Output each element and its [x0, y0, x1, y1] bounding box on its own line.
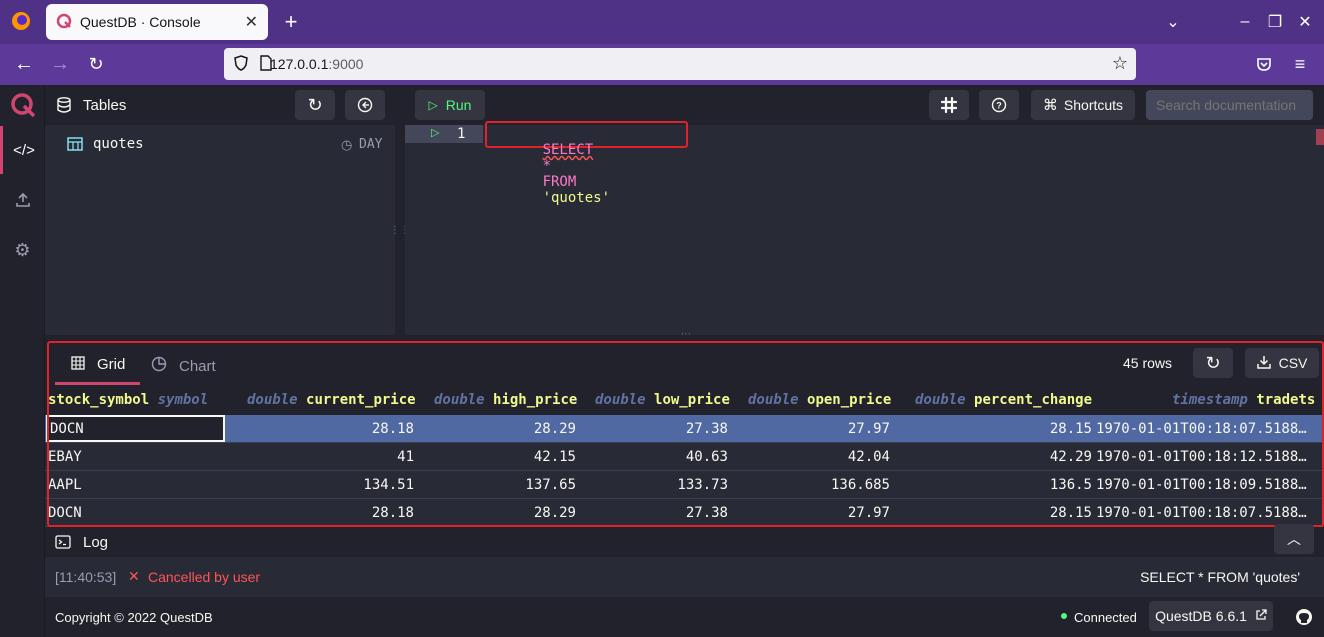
code-editor-icon[interactable]: </>	[0, 126, 45, 174]
footer: Copyright © 2022 QuestDB Connected Quest…	[45, 597, 1324, 637]
bookmark-star-icon[interactable]: ☆	[1112, 53, 1128, 74]
reload-icon[interactable]: ↻	[82, 50, 110, 78]
expand-log-button[interactable]: ︿	[1274, 524, 1314, 554]
forward-icon[interactable]: →	[46, 50, 74, 78]
questdb-console: </> ⚙ Tables ↻ quotes ◷ DAY ⋮⋮ ▷ Run ? ⌘…	[0, 85, 1324, 637]
version-button[interactable]: QuestDB 6.6.1	[1149, 601, 1273, 631]
collapse-schema-button[interactable]	[345, 90, 385, 120]
log-query[interactable]: SELECT * FROM 'quotes'	[1140, 569, 1300, 585]
url-bar[interactable]: 127.0.0.1:9000 ☆	[224, 48, 1136, 80]
column-header[interactable]: double high_price	[434, 385, 577, 415]
table-icon	[67, 137, 83, 154]
pocket-icon[interactable]	[1250, 50, 1278, 78]
table-item-quotes[interactable]: quotes ◷ DAY	[45, 133, 395, 157]
play-icon: ▷	[428, 98, 438, 112]
column-header[interactable]: double open_price	[748, 385, 891, 415]
table-name: quotes	[93, 136, 144, 152]
search-documentation-input[interactable]	[1146, 90, 1313, 120]
schema-title: Tables	[83, 97, 127, 114]
svg-text:?: ?	[996, 101, 1002, 111]
log-time: [11:40:53]	[55, 569, 117, 585]
close-tab-icon[interactable]: ✕	[245, 12, 258, 32]
refresh-schema-button[interactable]: ↻	[295, 90, 335, 120]
tab-chart[interactable]: Chart	[151, 347, 216, 385]
log-title: Log	[83, 534, 109, 551]
query-text[interactable]: SELECT * FROM 'quotes'	[492, 126, 610, 222]
import-upload-icon[interactable]	[0, 176, 45, 224]
table-row[interactable]: DOCN 28.18 28.29 27.38 27.97 28.15 1970-…	[45, 415, 1324, 443]
schema-tree: quotes ◷ DAY	[45, 125, 395, 335]
results-grid[interactable]: stock_symbol symbol double current_price…	[45, 385, 1324, 527]
questdb-favicon-icon	[56, 13, 72, 32]
external-link-icon	[1255, 608, 1267, 624]
editor-scroll-marker	[1316, 129, 1324, 145]
grid-header: stock_symbol symbol double current_price…	[45, 385, 1324, 415]
restore-icon[interactable]: ❐	[1262, 8, 1288, 36]
connected-status-dot	[1061, 613, 1067, 619]
url-text: 127.0.0.1:9000	[270, 56, 364, 72]
cell-selected[interactable]: DOCN	[46, 415, 225, 442]
table-row[interactable]: DOCN 28.18 28.29 27.38 27.97 28.15 1970-…	[45, 499, 1324, 527]
close-window-icon[interactable]: ✕	[1292, 8, 1318, 36]
shield-icon[interactable]	[234, 55, 248, 74]
grid-icon	[71, 355, 85, 374]
results-panel: Grid Chart 45 rows ↻ CSV stock_symbol sy…	[45, 341, 1324, 527]
browser-tab-bar: QuestDB · Console ✕ + ⌄ – ❐ ✕	[0, 0, 1324, 44]
column-header[interactable]: double current_price	[247, 385, 416, 415]
partition-label: DAY	[359, 137, 383, 152]
vertical-splitter[interactable]: ⋮⋮	[390, 125, 410, 335]
new-tab-icon[interactable]: +	[278, 8, 304, 36]
slack-button[interactable]	[929, 90, 969, 120]
column-header[interactable]: double low_price	[595, 385, 730, 415]
connection-status: Connected	[1074, 610, 1137, 625]
clock-icon: ◷	[341, 137, 353, 152]
github-icon[interactable]	[1295, 608, 1313, 629]
browser-tab[interactable]: QuestDB · Console ✕	[46, 4, 268, 40]
download-icon	[1256, 355, 1271, 372]
log-body: [11:40:53] ✕ Cancelled by user SELECT * …	[45, 557, 1324, 597]
run-line-icon[interactable]: ▷	[431, 126, 439, 139]
row-count: 45 rows	[1123, 355, 1173, 371]
run-button[interactable]: ▷ Run	[415, 90, 485, 120]
results-header: Grid Chart 45 rows ↻ CSV	[45, 341, 1324, 385]
export-csv-button[interactable]: CSV	[1245, 348, 1319, 378]
list-tabs-icon[interactable]: ⌄	[1160, 8, 1186, 36]
schema-header: Tables ↻	[45, 85, 400, 125]
line-number: 1	[457, 126, 466, 142]
copyright: Copyright © 2022 QuestDB	[55, 610, 213, 625]
terminal-icon	[55, 535, 71, 552]
tab-grid[interactable]: Grid	[55, 347, 140, 385]
settings-gear-icon[interactable]: ⚙	[0, 226, 45, 274]
column-header[interactable]: timestamp tradets	[1172, 385, 1315, 415]
page-icon[interactable]	[260, 55, 272, 74]
tab-title: QuestDB · Console	[80, 14, 201, 30]
shortcuts-button[interactable]: ⌘ Shortcuts	[1031, 90, 1135, 120]
table-row[interactable]: EBAY 41 42.15 40.63 42.04 42.29 1970-01-…	[45, 443, 1324, 471]
log-header: Log ︿	[45, 524, 1324, 557]
database-icon	[57, 97, 71, 116]
browser-nav-bar: ← → ↻ 127.0.0.1:9000 ☆ ≡	[0, 44, 1324, 85]
active-line-gutter	[405, 125, 483, 143]
back-icon[interactable]: ←	[10, 50, 38, 78]
menu-icon[interactable]: ≡	[1286, 50, 1314, 78]
column-header[interactable]: stock_symbol symbol	[48, 385, 208, 415]
firefox-icon[interactable]	[8, 8, 34, 34]
side-navigation: </> ⚙	[0, 85, 45, 637]
table-row[interactable]: AAPL 134.51 137.65 133.73 136.685 136.5 …	[45, 471, 1324, 499]
command-icon: ⌘	[1042, 97, 1058, 114]
column-header[interactable]: double percent_change	[915, 385, 1092, 415]
editor-toolbar: ▷ Run ? ⌘ Shortcuts	[405, 85, 1324, 125]
error-x-icon: ✕	[128, 568, 140, 584]
chart-pie-icon	[151, 356, 167, 376]
questdb-logo-icon[interactable]	[0, 85, 45, 125]
log-message: Cancelled by user	[148, 569, 261, 585]
sql-editor[interactable]: ▷ 1 SELECT * FROM 'quotes'	[405, 121, 1324, 335]
refresh-results-button[interactable]: ↻	[1193, 348, 1233, 378]
minimize-icon[interactable]: –	[1232, 8, 1258, 36]
help-button[interactable]: ?	[979, 90, 1019, 120]
